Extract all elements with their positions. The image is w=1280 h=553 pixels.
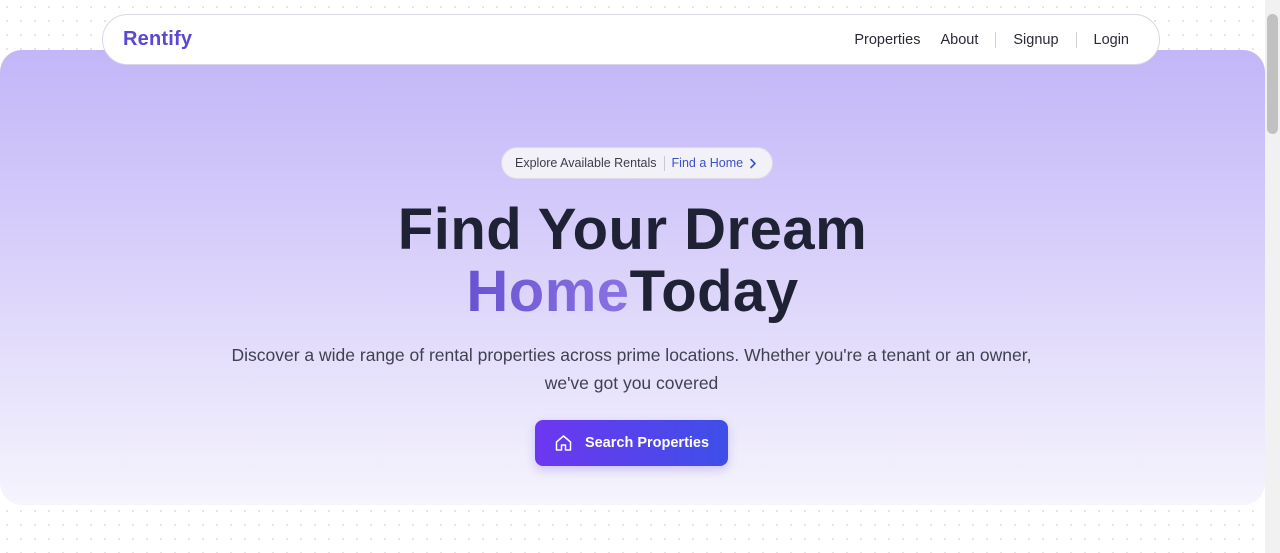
scrollbar-thumb[interactable]	[1267, 14, 1278, 134]
brand-logo[interactable]: Rentify	[123, 28, 192, 51]
search-properties-label: Search Properties	[584, 435, 710, 451]
headline-line1: Find Your Dream	[397, 197, 868, 262]
pill-divider	[663, 155, 665, 171]
hero-description: Discover a wide range of rental properti…	[231, 345, 1032, 393]
explore-rentals-pill: Explore Available Rentals Find a Home	[501, 147, 774, 179]
find-home-link[interactable]: Find a Home	[672, 156, 758, 170]
nav-link-login[interactable]: Login	[1084, 32, 1139, 48]
find-home-link-label: Find a Home	[671, 156, 744, 170]
nav-divider	[1075, 31, 1077, 48]
nav-link-about[interactable]: About	[930, 32, 988, 48]
headline-accent: Home	[466, 259, 630, 324]
headline-rest: Today	[629, 259, 799, 324]
nav-links: Properties About Signup Login	[844, 31, 1139, 48]
nav-divider	[995, 31, 997, 48]
nav-link-properties[interactable]: Properties	[844, 32, 930, 48]
pill-text: Explore Available Rentals	[515, 156, 657, 170]
chevron-right-icon	[750, 158, 756, 168]
search-properties-button[interactable]: Search Properties	[535, 420, 728, 466]
vertical-scrollbar[interactable]	[1265, 0, 1280, 553]
hero-headline: Find Your Dream HomeToday	[0, 199, 1265, 323]
nav-link-signup[interactable]: Signup	[1003, 32, 1068, 48]
top-navbar: Rentify Properties About Signup Login	[102, 14, 1160, 65]
home-icon	[555, 435, 572, 451]
